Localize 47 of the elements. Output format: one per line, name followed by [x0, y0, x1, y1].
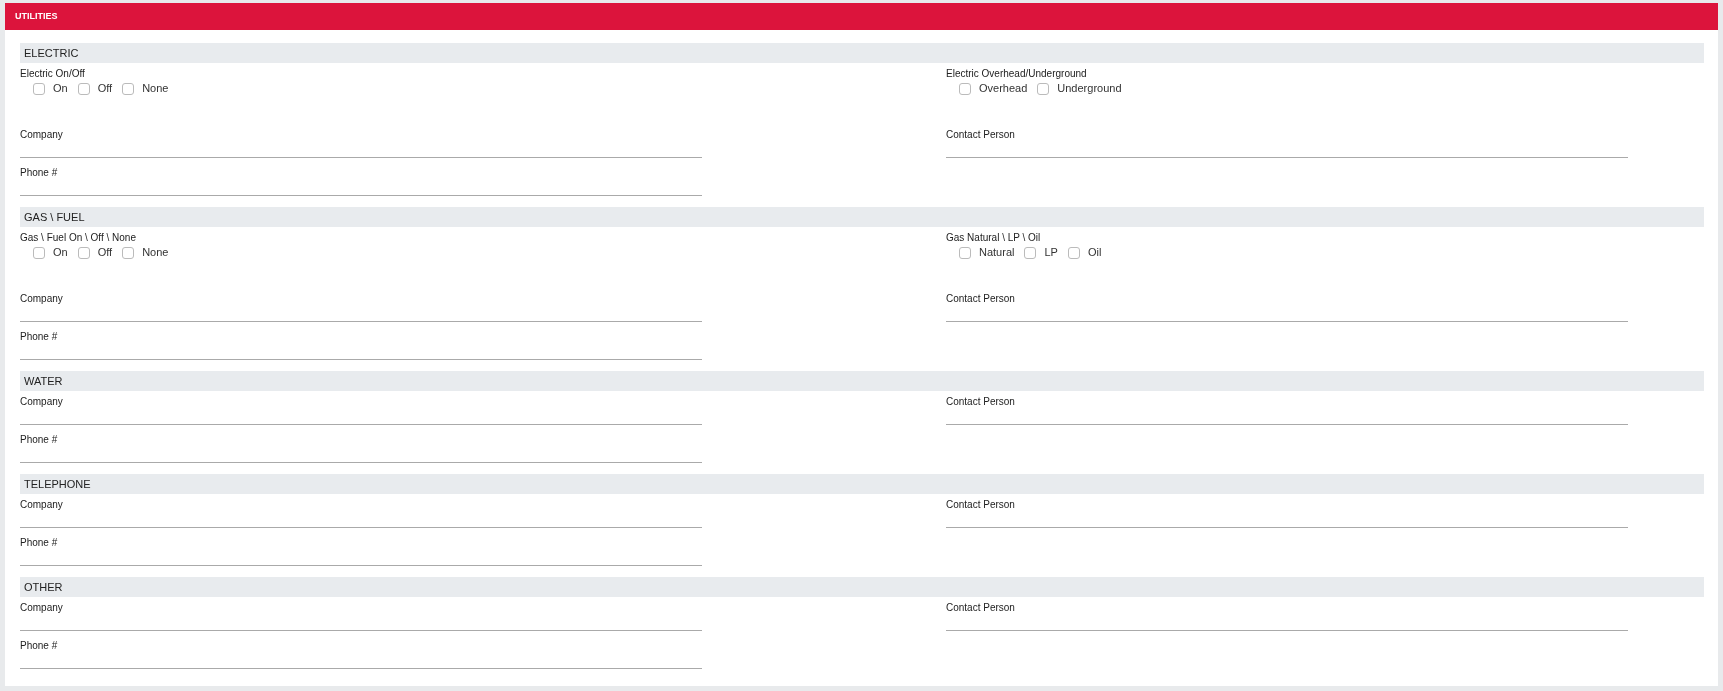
panel-title: UTILITIES	[15, 9, 58, 23]
checkbox[interactable]	[77, 247, 90, 259]
field-label: Company	[20, 499, 63, 511]
checkbox[interactable]	[122, 247, 135, 259]
group-label: Gas \ Fuel On \ Off \ None	[20, 232, 136, 244]
field-label: Phone #	[20, 167, 58, 179]
section-title: OTHER	[24, 579, 63, 595]
checkbox[interactable]	[122, 83, 135, 95]
checkbox[interactable]	[1037, 83, 1050, 95]
option-label: Off	[97, 81, 113, 94]
option-label: Underground	[1057, 81, 1122, 94]
field-label: Phone #	[20, 537, 58, 549]
group-label: Electric Overhead/Underground	[946, 68, 1087, 80]
field-label: Company	[20, 293, 63, 305]
option-label: Off	[97, 245, 113, 258]
option-label: None	[142, 245, 169, 258]
option-label: Overhead	[979, 81, 1028, 94]
option-label: On	[53, 81, 68, 94]
checkbox[interactable]	[77, 83, 90, 95]
group-label: Electric On/Off	[20, 68, 85, 80]
field-label: Contact Person	[946, 499, 1015, 511]
checkbox[interactable]	[959, 83, 971, 95]
field-label: Contact Person	[946, 602, 1015, 614]
field-label: Company	[20, 396, 63, 408]
field-label: Company	[20, 129, 63, 141]
field-label: Contact Person	[946, 129, 1015, 141]
field-label: Phone #	[20, 434, 58, 446]
option-label: Oil	[1087, 245, 1102, 258]
checkbox[interactable]	[1067, 247, 1080, 259]
section-title: TELEPHONE	[24, 476, 91, 492]
field-label: Phone #	[20, 640, 58, 652]
checkbox[interactable]	[959, 247, 971, 259]
option-label: LP	[1044, 245, 1058, 258]
option-label: On	[53, 245, 68, 258]
field-label: Phone #	[20, 331, 58, 343]
checkbox[interactable]	[1024, 247, 1037, 259]
field-label: Company	[20, 602, 63, 614]
group-label: Gas Natural \ LP \ Oil	[946, 232, 1041, 244]
checkbox[interactable]	[33, 83, 45, 95]
option-label: None	[142, 81, 169, 94]
section-title: GAS \ FUEL	[24, 209, 85, 225]
section-title: WATER	[24, 373, 63, 389]
checkbox[interactable]	[33, 247, 45, 259]
option-label: Natural	[979, 245, 1015, 258]
field-label: Contact Person	[946, 293, 1015, 305]
section-title: ELECTRIC	[24, 45, 79, 61]
field-label: Contact Person	[946, 396, 1015, 408]
